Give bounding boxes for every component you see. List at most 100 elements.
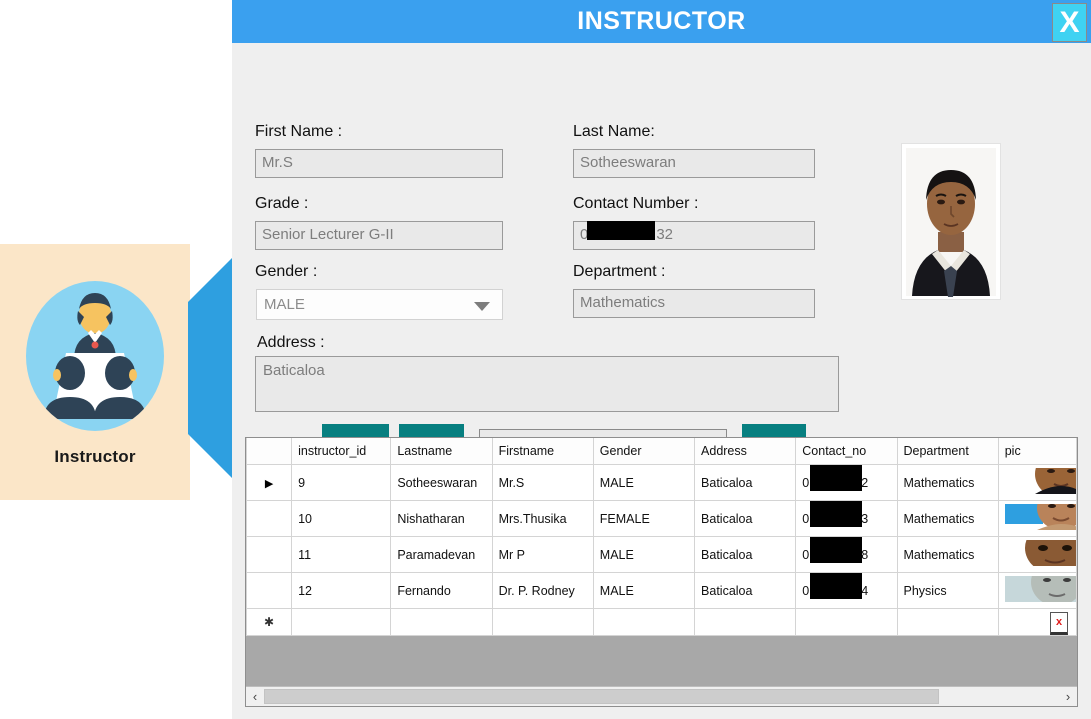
cell-contact-no[interactable]: 03 [795,500,898,537]
address-label: Address : [257,334,325,351]
cell-lastname[interactable]: Paramadevan [390,536,493,573]
column-header-instructor-id[interactable]: instructor_id [291,438,392,465]
cell-firstname[interactable]: Mr.S [491,464,594,501]
cell-address-new[interactable] [694,608,797,636]
cell-contact-no-new[interactable] [795,608,898,636]
cell-address[interactable]: Baticaloa [694,536,797,573]
table-row[interactable]: 12 Fernando Dr. P. Rodney MALE Baticaloa… [246,572,1077,609]
department-label: Department : [573,263,666,280]
contact-redaction [810,501,863,527]
department-field[interactable]: Mathematics [573,289,815,318]
face-thumbnail-icon [1004,465,1076,498]
row-selector-cell[interactable] [246,572,293,609]
table-row[interactable]: ▶ 9 Sotheeswaran Mr.S MALE Baticaloa 02 … [246,464,1077,501]
cell-firstname[interactable]: Dr. P. Rodney [491,572,594,609]
datagrid-table: instructor_id Lastname Firstname Gender … [246,438,1077,636]
cell-gender[interactable]: MALE [592,536,696,573]
delete-x-icon[interactable]: x [1050,612,1068,635]
table-row[interactable]: 10 Nishatharan Mrs.Thusika FEMALE Batica… [246,500,1077,537]
address-field[interactable]: Baticaloa [255,356,839,412]
row-selector-header [246,438,293,465]
cell-department-new[interactable] [896,608,999,636]
cell-gender[interactable]: FEMALE [592,500,696,537]
cell-address[interactable]: Baticaloa [694,572,797,609]
column-header-gender[interactable]: Gender [592,438,696,465]
cell-firstname-new[interactable] [491,608,594,636]
contact-prefix: 0 [802,547,810,562]
cell-contact-no[interactable]: 04 [795,572,898,609]
contact-prefix: 0 [802,583,810,598]
cell-gender-new[interactable] [592,608,696,636]
cell-firstname[interactable]: Mr P [491,536,594,573]
current-row-arrow-icon: ▶ [264,477,274,490]
cell-lastname-new[interactable] [390,608,493,636]
contact-prefix: 0 [802,511,810,526]
cell-department[interactable]: Mathematics [896,464,999,501]
first-name-label: First Name : [255,123,343,140]
cell-lastname[interactable]: Fernando [390,572,493,609]
first-name-field[interactable]: Mr.S [255,149,503,178]
column-header-address[interactable]: Address [694,438,797,465]
cell-gender[interactable]: MALE [592,464,696,501]
gender-selected-value: MALE [264,296,305,313]
gender-dropdown[interactable]: MALE [256,289,503,320]
sidebar-instructor-tile[interactable]: Instructor [0,244,190,500]
scrollbar-thumb[interactable] [264,689,939,704]
column-header-lastname[interactable]: Lastname [390,438,493,465]
cell-pic[interactable] [997,572,1077,609]
instructor-lecture-svg [44,293,146,419]
instructor-datagrid[interactable]: instructor_id Lastname Firstname Gender … [245,437,1078,707]
contact-redaction [810,465,863,491]
table-row-new[interactable]: ✱ x [246,608,1077,636]
cell-department[interactable]: Physics [896,572,999,609]
window-titlebar: INSTRUCTOR X [232,0,1091,43]
cell-address[interactable]: Baticaloa [694,500,797,537]
last-name-field[interactable]: Sotheeswaran [573,149,815,178]
portrait-photo-svg [902,144,1000,299]
cell-department[interactable]: Mathematics [896,536,999,573]
face-thumbnail-icon [1004,537,1076,572]
cell-firstname[interactable]: Mrs.Thusika [491,500,594,537]
cell-instructor-id[interactable]: 10 [291,500,392,537]
contact-redaction [810,573,863,599]
cell-lastname[interactable]: Nishatharan [390,500,493,537]
cell-pic[interactable] [997,536,1077,573]
column-header-firstname[interactable]: Firstname [491,438,594,465]
cell-instructor-id[interactable]: 9 [291,464,392,501]
scroll-right-arrow-icon[interactable]: › [1059,689,1077,704]
cell-instructor-id[interactable]: 11 [291,536,392,573]
page-title: INSTRUCTOR [577,7,746,35]
table-row[interactable]: 11 Paramadevan Mr P MALE Baticaloa 08 Ma… [246,536,1077,573]
datagrid-horizontal-scrollbar[interactable]: ‹ › [246,686,1077,706]
cell-lastname[interactable]: Sotheeswaran [390,464,493,501]
face-thumbnail-icon [1004,501,1076,530]
cell-pic-new[interactable]: x [997,608,1077,636]
instructor-photo [901,143,1001,300]
row-selector-cell[interactable] [246,500,293,537]
cell-pic[interactable] [997,464,1077,501]
grade-field[interactable]: Senior Lecturer G-II [255,221,503,250]
cell-instructor-id-new[interactable] [291,608,392,636]
close-button[interactable]: X [1052,3,1087,42]
scrollbar-track[interactable] [939,689,1059,704]
cell-address[interactable]: Baticaloa [694,464,797,501]
face-thumbnail-icon [1004,573,1076,606]
cell-contact-no[interactable]: 08 [795,536,898,573]
cell-instructor-id[interactable]: 12 [291,572,392,609]
cell-department[interactable]: Mathematics [896,500,999,537]
column-header-contact-no[interactable]: Contact_no [795,438,898,465]
cell-gender[interactable]: MALE [592,572,696,609]
datagrid-header-row: instructor_id Lastname Firstname Gender … [246,438,1077,465]
row-selector-cell[interactable] [246,536,293,573]
column-header-pic[interactable]: pic [997,438,1077,465]
cell-pic[interactable] [997,500,1077,537]
new-row-selector-cell[interactable]: ✱ [246,608,293,636]
column-header-department[interactable]: Department [896,438,999,465]
scroll-left-arrow-icon[interactable]: ‹ [246,689,264,704]
cell-contact-no[interactable]: 02 [795,464,898,501]
instructor-lecture-icon [26,281,164,431]
contact-number-redaction [587,221,655,240]
contact-number-label: Contact Number : [573,195,699,212]
row-selector-cell[interactable]: ▶ [246,464,293,501]
contact-redaction [810,537,863,563]
